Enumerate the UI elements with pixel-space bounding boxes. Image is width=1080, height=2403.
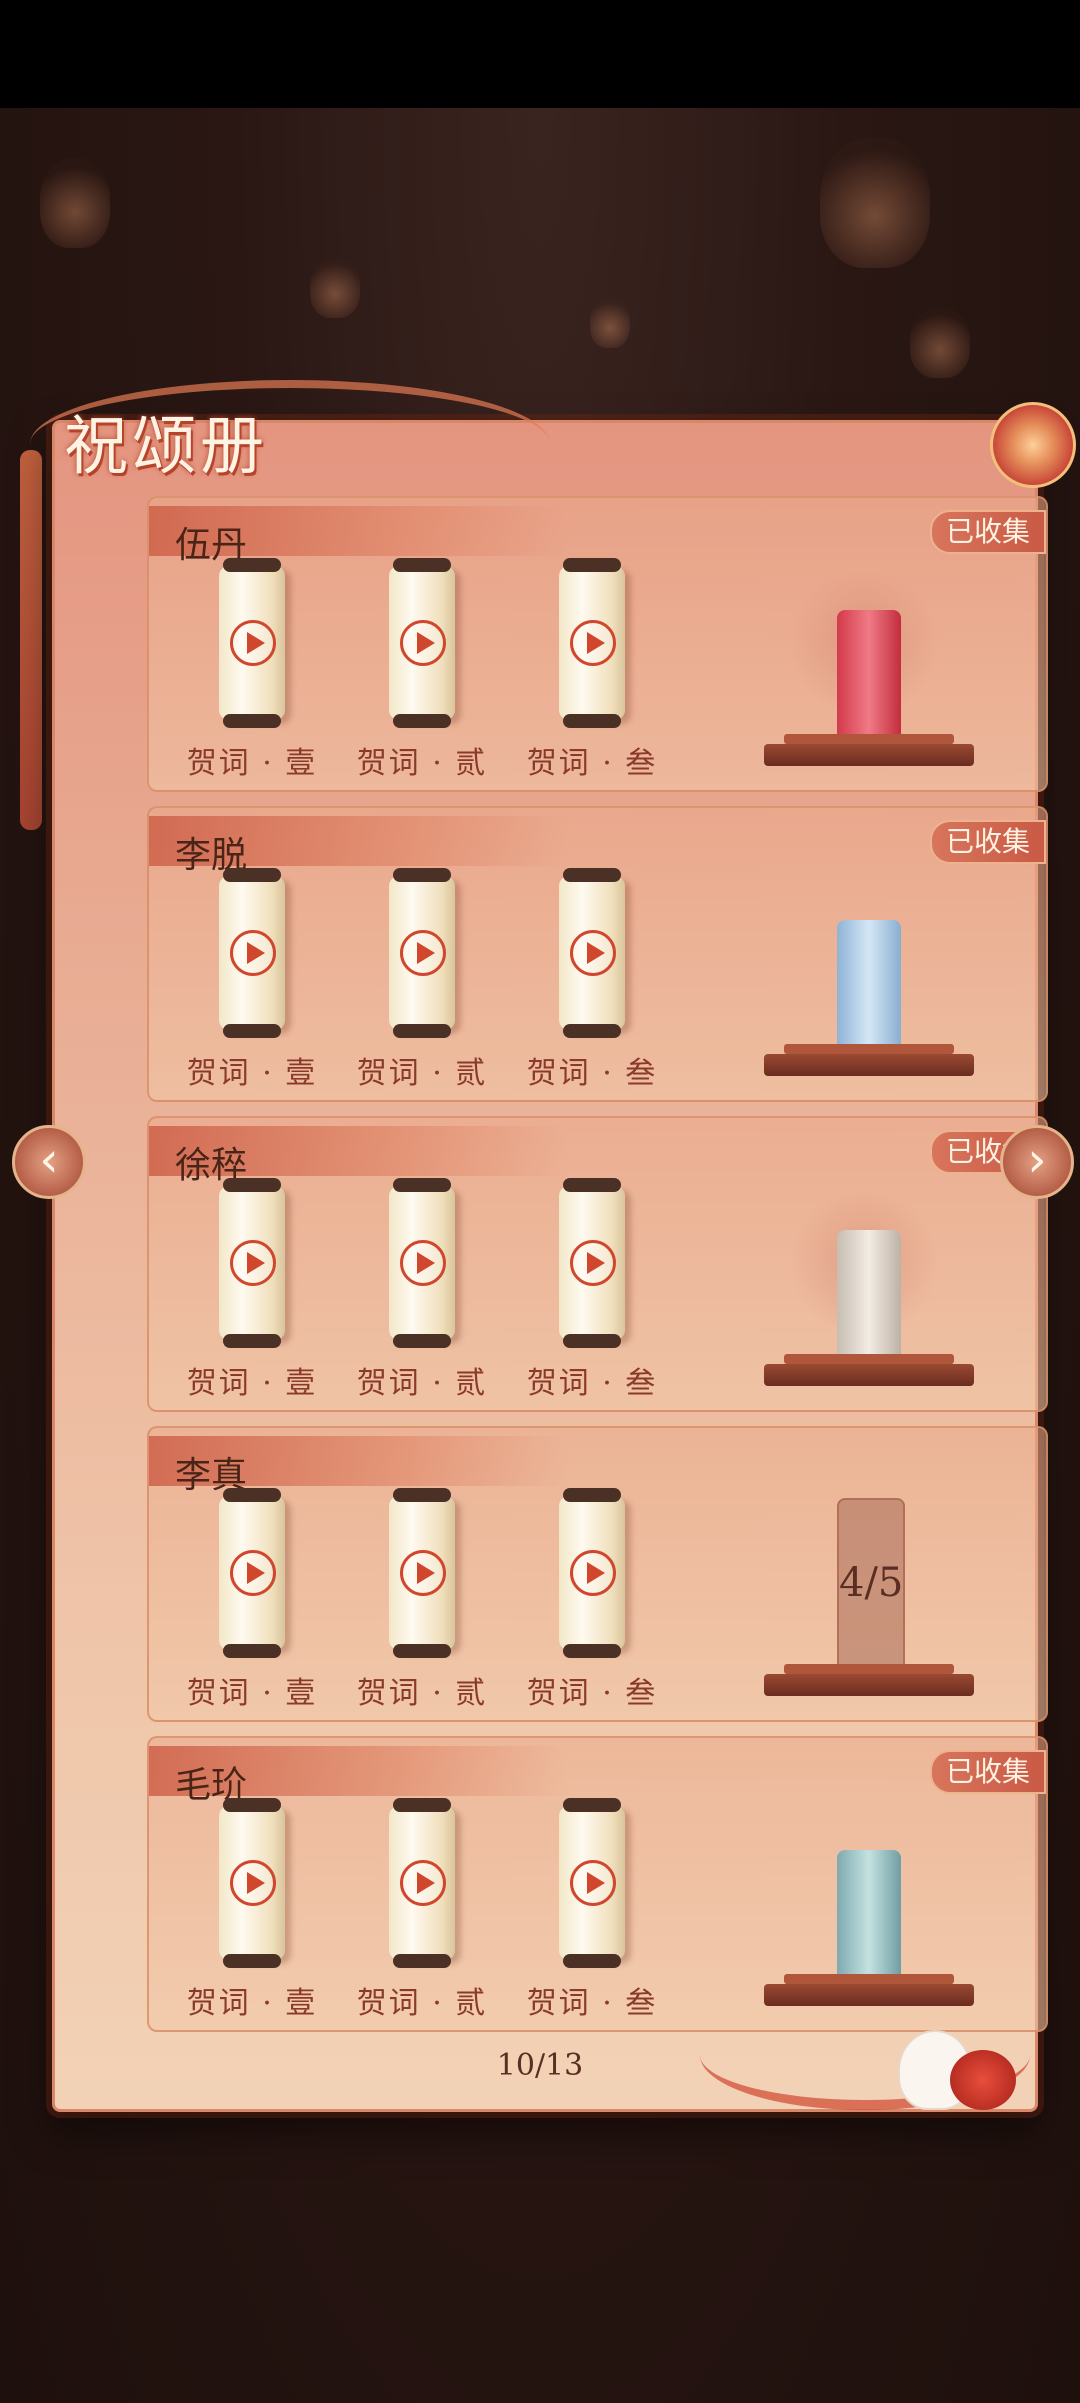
greeting-scroll-3[interactable] xyxy=(559,1178,625,1348)
red-seal-icon[interactable] xyxy=(837,610,901,744)
greeting-scroll-1[interactable] xyxy=(219,868,285,1038)
greeting-label: 贺词 · 贰 xyxy=(356,1676,488,1711)
lantern-icon xyxy=(910,308,970,378)
collection-progress: 4/5 xyxy=(839,1560,904,1606)
play-icon[interactable] xyxy=(400,1240,446,1286)
card-header: 伍丹 xyxy=(149,506,569,566)
lucky-bag-icon xyxy=(950,2050,1016,2110)
greeting-scroll-3[interactable] xyxy=(559,868,625,1038)
seal-pedestal xyxy=(764,734,974,766)
lantern-icon xyxy=(820,138,930,268)
play-icon[interactable] xyxy=(570,1550,616,1596)
greeting-scroll-3[interactable] xyxy=(559,1488,625,1658)
medallion-icon xyxy=(990,402,1076,488)
greeting-scroll-1[interactable] xyxy=(219,1488,285,1658)
page-indicator: 10/13 xyxy=(496,2048,584,2083)
character-card: 毛玠 已收集 贺词 · 壹 贺词 · 贰 贺词 · 叁 xyxy=(147,1736,1048,2032)
greeting-label: 贺词 · 壹 xyxy=(186,1676,318,1711)
seal-pedestal xyxy=(764,1044,974,1076)
next-page-button[interactable]: › xyxy=(1000,1125,1074,1199)
greeting-scroll-3[interactable] xyxy=(559,1798,625,1968)
collected-badge: 已收集 xyxy=(930,510,1046,554)
locked-seal-icon[interactable]: 4/5 xyxy=(837,1498,905,1678)
greeting-label: 贺词 · 贰 xyxy=(356,1366,488,1401)
prev-page-button[interactable]: ‹ xyxy=(12,1125,86,1199)
lantern-icon xyxy=(310,258,360,318)
greeting-label: 贺词 · 壹 xyxy=(186,1986,318,2021)
play-icon[interactable] xyxy=(230,1550,276,1596)
play-icon[interactable] xyxy=(400,1550,446,1596)
card-header: 李脱 xyxy=(149,816,569,876)
greeting-scroll-1[interactable] xyxy=(219,1178,285,1348)
greeting-scroll-1[interactable] xyxy=(219,558,285,728)
greeting-scroll-2[interactable] xyxy=(389,1488,455,1658)
white-seal-icon[interactable] xyxy=(837,1230,901,1364)
collected-badge: 已收集 xyxy=(930,1750,1046,1794)
play-icon[interactable] xyxy=(400,1860,446,1906)
collected-badge: 已收集 xyxy=(930,820,1046,864)
play-icon[interactable] xyxy=(400,930,446,976)
greeting-label: 贺词 · 叁 xyxy=(526,1676,658,1711)
character-card: 伍丹 已收集 贺词 · 壹 贺词 · 贰 贺词 · 叁 xyxy=(147,496,1048,792)
teal-seal-icon[interactable] xyxy=(837,1850,901,1984)
play-icon[interactable] xyxy=(230,930,276,976)
greeting-scroll-3[interactable] xyxy=(559,558,625,728)
character-card: 徐稡 已收集 贺词 · 壹 贺词 · 贰 贺词 · 叁 xyxy=(147,1116,1048,1412)
greeting-label: 贺词 · 叁 xyxy=(526,1056,658,1091)
character-card: 李真 贺词 · 壹 贺词 · 贰 贺词 · 叁 4/5 xyxy=(147,1426,1048,1722)
greeting-label: 贺词 · 贰 xyxy=(356,1986,488,2021)
lantern-icon xyxy=(40,158,110,248)
greeting-scroll-1[interactable] xyxy=(219,1798,285,1968)
play-icon[interactable] xyxy=(230,620,276,666)
play-icon[interactable] xyxy=(570,930,616,976)
play-icon[interactable] xyxy=(400,620,446,666)
greeting-label: 贺词 · 叁 xyxy=(526,1986,658,2021)
play-icon[interactable] xyxy=(230,1240,276,1286)
lantern-icon xyxy=(590,298,630,348)
play-icon[interactable] xyxy=(570,620,616,666)
play-icon[interactable] xyxy=(570,1860,616,1906)
seal-pedestal xyxy=(764,1354,974,1386)
seal-pedestal xyxy=(764,1664,974,1696)
greeting-label: 贺词 · 壹 xyxy=(186,746,318,781)
greeting-scroll-2[interactable] xyxy=(389,1798,455,1968)
greeting-label: 贺词 · 壹 xyxy=(186,1366,318,1401)
greeting-scroll-2[interactable] xyxy=(389,558,455,728)
greeting-label: 贺词 · 壹 xyxy=(186,1056,318,1091)
greeting-label: 贺词 · 贰 xyxy=(356,1056,488,1091)
page-title: 祝颂册 xyxy=(64,410,268,484)
greeting-label: 贺词 · 贰 xyxy=(356,746,488,781)
card-header: 徐稡 xyxy=(149,1126,569,1186)
card-header: 毛玠 xyxy=(149,1746,569,1806)
status-bar xyxy=(0,0,1080,108)
greeting-scroll-2[interactable] xyxy=(389,1178,455,1348)
blessing-book-panel: 伍丹 已收集 贺词 · 壹 贺词 · 贰 贺词 · 叁 李脱 已收集 贺词 · … xyxy=(52,420,1048,2112)
greeting-scroll-2[interactable] xyxy=(389,868,455,1038)
greeting-label: 贺词 · 叁 xyxy=(526,746,658,781)
blue-seal-icon[interactable] xyxy=(837,920,901,1054)
greeting-label: 贺词 · 叁 xyxy=(526,1366,658,1401)
character-card: 李脱 已收集 贺词 · 壹 贺词 · 贰 贺词 · 叁 xyxy=(147,806,1048,1102)
play-icon[interactable] xyxy=(230,1860,276,1906)
play-icon[interactable] xyxy=(570,1240,616,1286)
card-header: 李真 xyxy=(149,1436,569,1496)
